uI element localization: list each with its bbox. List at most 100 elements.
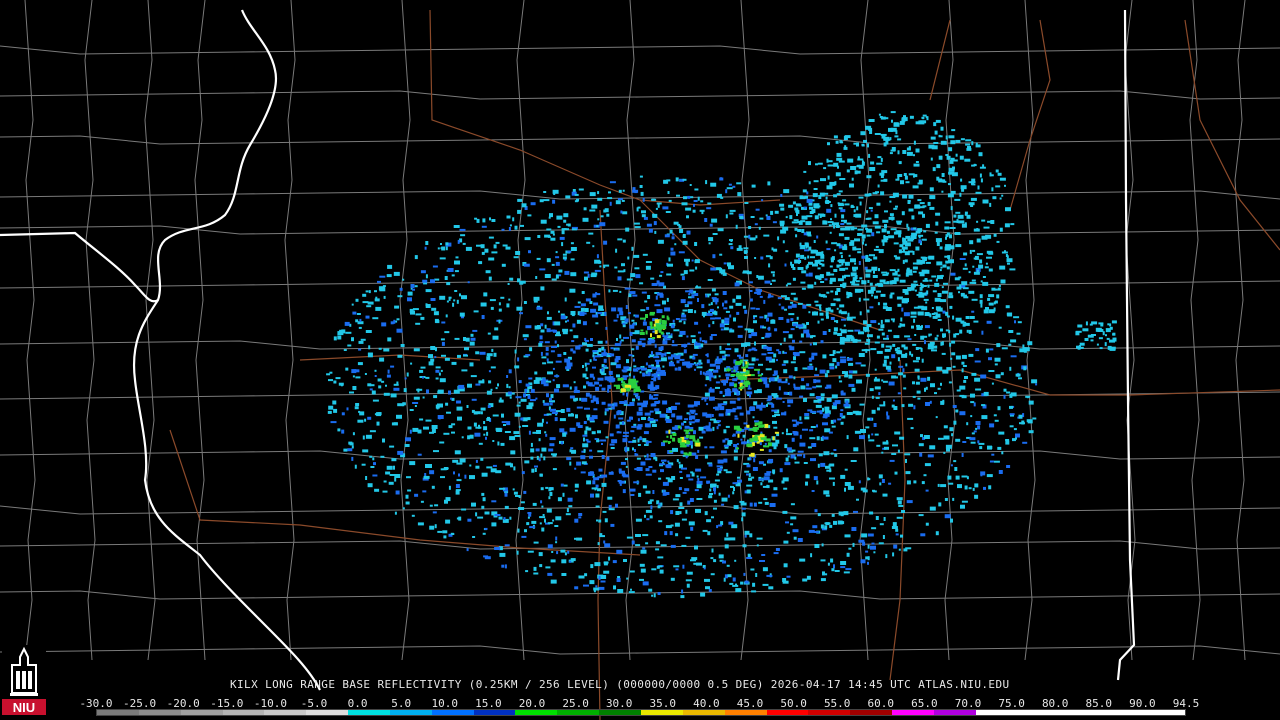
radar-echo (747, 349, 751, 352)
radar-echo (687, 342, 691, 345)
radar-map (0, 0, 1280, 720)
radar-echo (758, 461, 764, 465)
radar-echo (591, 487, 598, 490)
radar-echo (595, 505, 600, 508)
radar-echo (986, 256, 992, 259)
radar-echo (897, 303, 902, 307)
radar-echo (422, 279, 428, 283)
radar-echo (433, 395, 438, 399)
radar-echo (852, 280, 856, 284)
radar-echo (594, 259, 601, 264)
radar-echo (865, 269, 872, 273)
radar-echo (784, 411, 787, 416)
radar-echo (743, 422, 748, 425)
radar-echo (561, 242, 564, 247)
radar-echo (988, 485, 992, 490)
radar-echo (684, 418, 689, 421)
radar-echo (666, 273, 672, 276)
radar-echo (786, 428, 788, 433)
radar-echo (642, 438, 647, 443)
radar-echo (838, 190, 843, 193)
radar-echo (595, 386, 600, 391)
radar-echo (830, 218, 832, 221)
radar-echo (720, 196, 724, 199)
radar-echo (993, 414, 997, 417)
radar-echo (607, 388, 610, 393)
radar-echo (504, 505, 509, 509)
radar-echo (351, 303, 354, 306)
radar-echo (634, 330, 640, 335)
radar-echo (922, 256, 928, 260)
radar-echo (935, 119, 941, 123)
radar-echo (900, 180, 904, 185)
radar-echo (904, 259, 908, 263)
radar-echo (754, 341, 756, 346)
radar-echo (935, 416, 938, 419)
radar-echo (631, 319, 635, 322)
radar-echo (684, 258, 690, 262)
radar-echo (619, 340, 622, 344)
radar-echo (982, 276, 986, 278)
radar-echo (512, 488, 515, 491)
radar-echo (628, 373, 631, 377)
radar-echo (382, 438, 385, 443)
radar-echo (849, 241, 855, 246)
radar-echo (924, 340, 926, 345)
radar-echo (807, 365, 814, 370)
radar-echo (730, 246, 734, 250)
radar-echo (768, 449, 772, 453)
radar-echo (634, 226, 641, 229)
radar-echo (866, 234, 871, 237)
radar-echo (419, 418, 424, 421)
radar-echo (640, 549, 647, 554)
radar-echo (888, 381, 895, 386)
radar-echo (830, 303, 836, 307)
radar-echo (854, 238, 860, 242)
radar-echo (870, 545, 876, 550)
radar-echo (393, 271, 400, 276)
radar-echo (1006, 312, 1010, 316)
radar-echo (773, 487, 778, 491)
radar-echo (708, 589, 712, 592)
radar-echo (586, 480, 592, 485)
radar-echo (426, 389, 429, 394)
radar-echo (622, 189, 625, 192)
radar-echo (722, 302, 724, 307)
radar-echo (911, 325, 914, 329)
radar-echo (1010, 392, 1017, 397)
radar-echo (661, 320, 665, 323)
radar-echo (728, 183, 732, 186)
radar-echo (434, 504, 439, 507)
radar-echo (686, 571, 693, 575)
radar-echo (977, 425, 981, 430)
radar-echo (601, 455, 605, 459)
radar-echo (483, 421, 486, 424)
radar-echo (603, 365, 607, 368)
radar-echo (631, 348, 635, 351)
radar-echo (333, 408, 338, 413)
radar-echo (706, 480, 711, 484)
radar-echo (785, 216, 788, 219)
radar-echo (725, 310, 730, 313)
radar-echo (443, 432, 450, 435)
radar-echo (659, 274, 663, 277)
radar-echo (723, 458, 728, 463)
radar-echo (723, 444, 729, 447)
radar-echo (709, 493, 713, 495)
radar-echo (836, 361, 840, 366)
radar-echo (752, 437, 759, 442)
radar-echo (805, 481, 808, 486)
radar-echo (893, 544, 898, 549)
radar-echo (729, 537, 736, 541)
radar-echo (707, 531, 711, 536)
radar-echo (640, 461, 646, 466)
radar-echo (791, 264, 794, 268)
radar-echo (883, 517, 886, 521)
radar-echo (882, 535, 885, 539)
radar-echo (698, 362, 701, 366)
radar-echo (836, 351, 841, 354)
radar-echo (759, 217, 764, 220)
radar-echo (871, 542, 875, 545)
radar-echo (467, 383, 472, 388)
radar-echo (539, 341, 544, 344)
